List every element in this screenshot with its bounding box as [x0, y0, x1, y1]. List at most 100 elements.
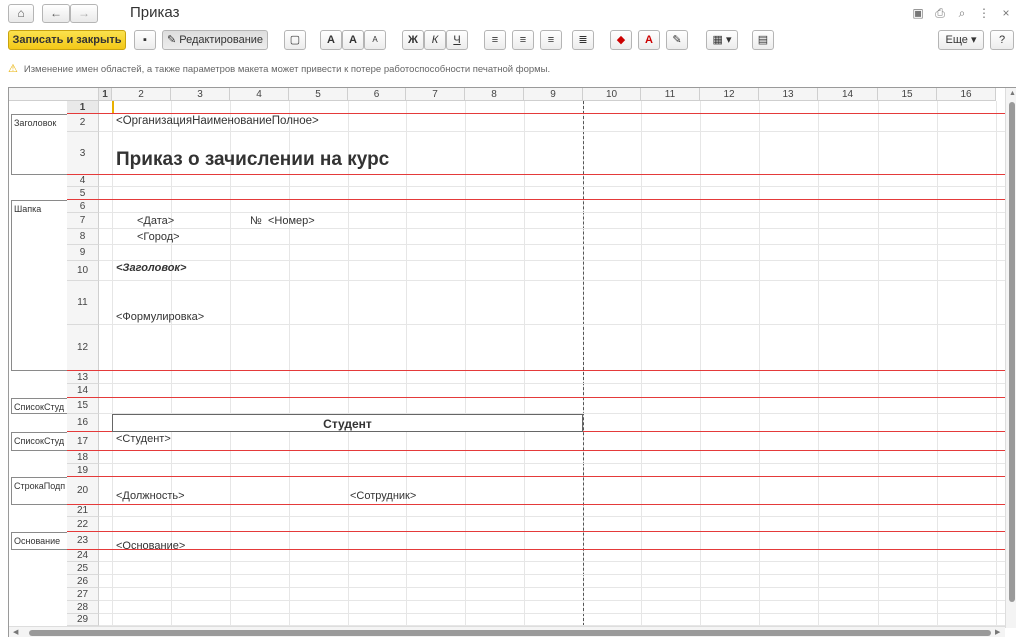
column-header[interactable]: 4 [230, 88, 289, 101]
save-disk-icon[interactable]: ▣ [910, 5, 926, 21]
print-icon[interactable]: ⎙ [932, 5, 948, 21]
align-justify-icon[interactable]: ≣ [572, 30, 594, 50]
borders-dropdown-icon[interactable]: ▦ ▾ [706, 30, 738, 50]
row-header[interactable]: 15 [67, 398, 99, 414]
column-header[interactable]: 3 [171, 88, 230, 101]
back-button[interactable]: ← [42, 4, 70, 23]
horizontal-scrollbar[interactable]: ◀ ▶ [9, 626, 1005, 637]
save-and-close-button[interactable]: Записать и закрыть [8, 30, 126, 50]
column-header[interactable]: 12 [700, 88, 759, 101]
template-icon[interactable]: ▢ [284, 30, 306, 50]
cell-student-header[interactable]: Студент [112, 417, 583, 431]
scroll-up-icon[interactable]: ▲ [1009, 90, 1016, 97]
column-header[interactable]: 13 [759, 88, 818, 101]
more-vertical-icon[interactable]: ⋮ [976, 5, 992, 21]
row-header[interactable]: 16 [67, 414, 99, 432]
row-header[interactable]: 3 [67, 132, 99, 175]
save-icon[interactable]: ▪ [134, 30, 156, 50]
column-header[interactable]: 6 [348, 88, 406, 101]
row-header[interactable]: 6 [67, 200, 99, 213]
row-header[interactable]: 23 [67, 532, 99, 550]
preview-icon[interactable]: ⌕ [954, 5, 970, 21]
cell-position[interactable]: <Должность> [116, 490, 185, 502]
row-header[interactable]: 11 [67, 281, 99, 325]
column-header[interactable]: 16 [937, 88, 996, 101]
row-header[interactable]: 27 [67, 588, 99, 601]
highlight-icon[interactable]: ✎ [666, 30, 688, 50]
cell-document-title[interactable]: Приказ о зачислении на курс [116, 149, 389, 171]
row-header[interactable]: 24 [67, 550, 99, 562]
row-header[interactable]: 8 [67, 229, 99, 245]
vertical-scroll-thumb[interactable] [1009, 102, 1015, 602]
horizontal-scroll-thumb[interactable] [29, 630, 991, 636]
text-color-icon[interactable]: A [638, 30, 660, 50]
row-header[interactable]: 28 [67, 601, 99, 614]
row-header[interactable]: 20 [67, 477, 99, 505]
cell-employee[interactable]: <Сотрудник> [350, 490, 416, 502]
vertical-scrollbar[interactable]: ▲ [1005, 88, 1016, 628]
cell-student[interactable]: <Студент> [116, 433, 171, 445]
align-center-icon[interactable]: ≡ [512, 30, 534, 50]
scroll-left-icon[interactable]: ◀ [13, 628, 18, 636]
help-button[interactable]: ? [990, 30, 1014, 50]
scroll-right-icon[interactable]: ▶ [995, 628, 1000, 636]
font-grow-button[interactable]: A [342, 30, 364, 50]
cell-basis[interactable]: <Основание> [116, 540, 185, 552]
align-right-icon[interactable]: ≡ [540, 30, 562, 50]
grid-row-line [99, 383, 1005, 384]
row-header[interactable]: 25 [67, 562, 99, 575]
grid-row-line [99, 516, 1005, 517]
row-header[interactable]: 14 [67, 384, 99, 398]
row-header[interactable]: 4 [67, 175, 99, 187]
home-button[interactable]: ⌂ [8, 4, 34, 23]
column-header[interactable]: 14 [818, 88, 878, 101]
cell-number[interactable]: <Номер> [268, 215, 315, 227]
cell-date[interactable]: <Дата> [137, 215, 174, 227]
spreadsheet-grid[interactable]: 1 2 3 4 5 6 7 8 9 10 11 12 13 14 15 16 1 2 3 4 5 6 7 8 9 10 11 12 13… [8, 87, 1016, 637]
row-header[interactable]: 26 [67, 575, 99, 588]
area-bracket: Шапка [11, 200, 67, 371]
grid-row-line [99, 587, 1005, 588]
cell-header[interactable]: <Заголовок> [116, 262, 186, 274]
bold-button[interactable]: Ж [402, 30, 424, 50]
font-button[interactable]: A [320, 30, 342, 50]
column-header[interactable]: 8 [465, 88, 524, 101]
row-header[interactable]: 12 [67, 325, 99, 371]
column-header[interactable]: 11 [641, 88, 700, 101]
italic-button[interactable]: К [424, 30, 446, 50]
forward-button[interactable]: → [70, 4, 98, 23]
font-shrink-button[interactable]: A [364, 30, 386, 50]
row-header[interactable]: 29 [67, 614, 99, 626]
cell-org-name[interactable]: <ОрганизацияНаименованиеПолное> [116, 115, 319, 127]
column-header[interactable]: 1 [99, 88, 112, 101]
close-icon[interactable]: × [998, 5, 1014, 21]
row-header[interactable]: 10 [67, 261, 99, 281]
cell-number-sign[interactable]: № [250, 215, 262, 227]
column-header[interactable]: 9 [524, 88, 583, 101]
row-header[interactable]: 9 [67, 245, 99, 261]
column-header[interactable]: 2 [112, 88, 171, 101]
editing-toggle-button[interactable]: ✎ Редактирование [162, 30, 268, 50]
underline-button[interactable]: Ч [446, 30, 468, 50]
row-header[interactable]: 2 [67, 114, 99, 132]
arrow-left-icon: ← [50, 6, 62, 20]
row-header[interactable]: 17 [67, 432, 99, 451]
row-header[interactable]: 22 [67, 517, 99, 532]
table-icon[interactable]: ▤ [752, 30, 774, 50]
cell-formulation[interactable]: <Формулировка> [116, 311, 204, 323]
row-header[interactable]: 7 [67, 213, 99, 229]
more-button[interactable]: Еще ▾ [938, 30, 984, 50]
row-header[interactable]: 21 [67, 505, 99, 517]
grid-column-line [878, 101, 879, 626]
row-header[interactable]: 13 [67, 371, 99, 384]
row-header[interactable]: 18 [67, 451, 99, 464]
column-header[interactable]: 15 [878, 88, 937, 101]
fill-color-icon[interactable]: ◆ [610, 30, 632, 50]
column-header[interactable]: 5 [289, 88, 348, 101]
grid-column-line [289, 101, 290, 626]
column-header[interactable]: 7 [406, 88, 465, 101]
cell-city[interactable]: <Город> [137, 231, 180, 243]
region-boundary-line [67, 450, 1005, 451]
align-left-icon[interactable]: ≡ [484, 30, 506, 50]
column-header[interactable]: 10 [583, 88, 641, 101]
